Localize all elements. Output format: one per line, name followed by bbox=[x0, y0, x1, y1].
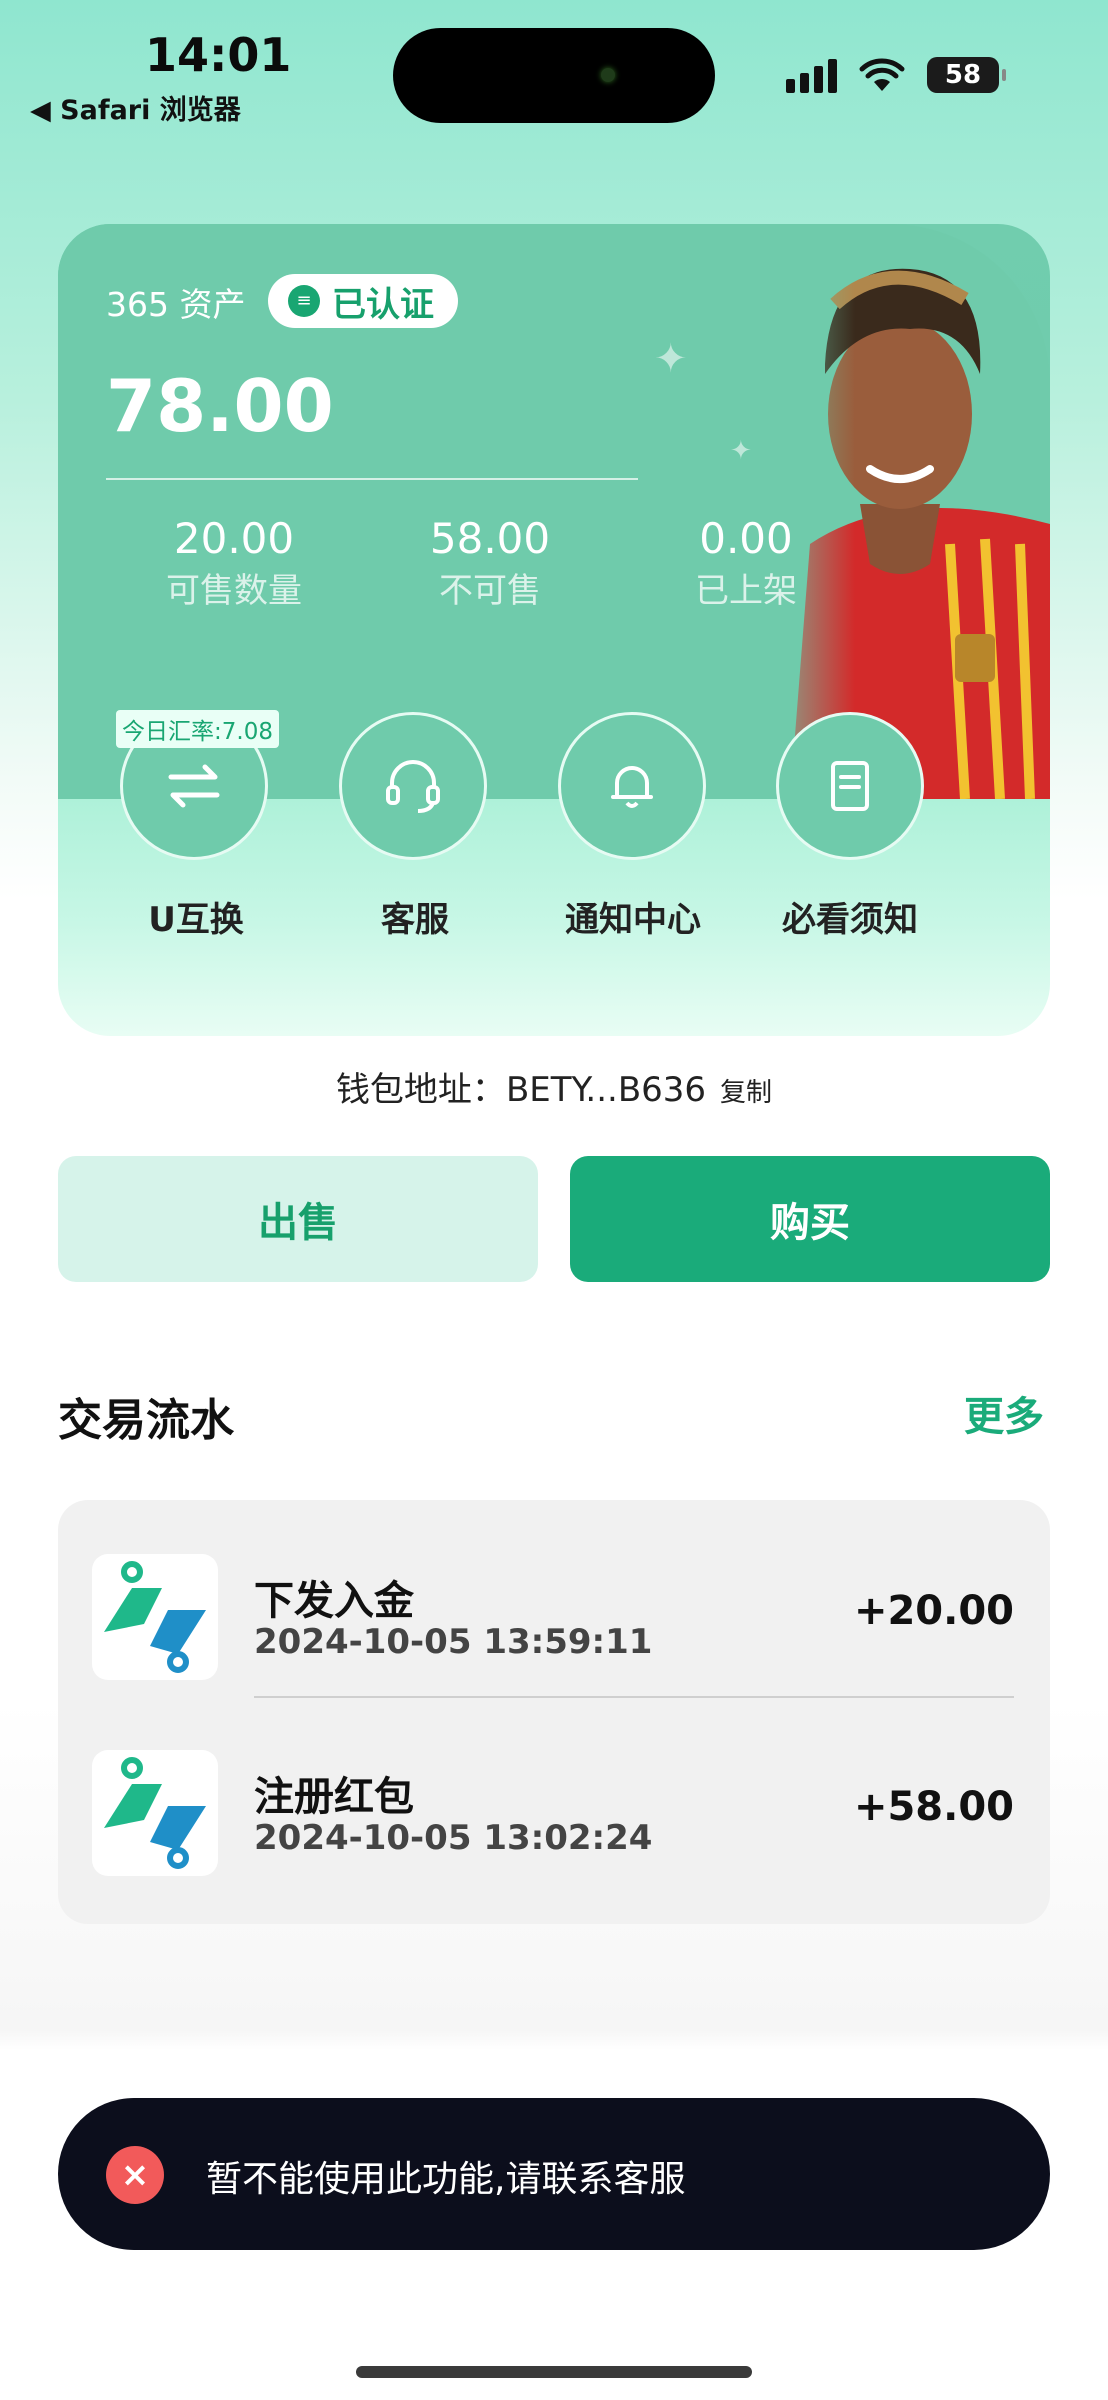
dynamic-island bbox=[393, 28, 715, 123]
id-card-icon: ≡ bbox=[288, 285, 320, 317]
status-time: 14:01 bbox=[145, 28, 292, 82]
transaction-title: 注册红包 bbox=[254, 1774, 414, 1820]
app-logo-icon bbox=[92, 1750, 218, 1876]
bell-icon bbox=[611, 766, 653, 808]
stat-value: 58.00 bbox=[429, 514, 551, 563]
divider bbox=[106, 478, 638, 480]
transaction-time: 2024-10-05 13:02:24 bbox=[254, 1818, 653, 1858]
action-label-exchange[interactable]: U互换 bbox=[96, 892, 296, 941]
close-icon: × bbox=[106, 2146, 164, 2204]
asset-card: ✦ ✦ 365 资产 ≡ 已认证 78.00 20.00 可售数量 58.00 … bbox=[58, 224, 1050, 1036]
stat-value: 0.00 bbox=[699, 514, 793, 563]
error-toast: × 暂不能使用此功能,请联系客服 bbox=[58, 2098, 1050, 2250]
transactions-list: 下发入金 2024-10-05 13:59:11 +20.00 注册红包 202… bbox=[58, 1500, 1050, 1924]
stat-label: 不可售 bbox=[439, 571, 541, 611]
transaction-row[interactable]: 注册红包 2024-10-05 13:02:24 +58.00 bbox=[58, 1696, 1050, 1886]
transaction-time: 2024-10-05 13:59:11 bbox=[254, 1622, 653, 1662]
asset-label: 365 资产 bbox=[106, 285, 246, 324]
stat-unsellable: 58.00 不可售 bbox=[380, 514, 600, 612]
stat-label: 已上架 bbox=[695, 571, 797, 611]
app-logo-icon bbox=[92, 1554, 218, 1680]
buy-button[interactable]: 购买 bbox=[570, 1156, 1050, 1282]
stat-label: 可售数量 bbox=[166, 571, 302, 611]
sparkle-decoration: ✦ bbox=[730, 436, 752, 466]
wallet-address-row: 钱包地址：BETY...B636 复制 bbox=[0, 1062, 1108, 1111]
notification-center-button[interactable] bbox=[558, 712, 706, 860]
exchange-rate-tag: 今日汇率:7.08 bbox=[116, 710, 279, 748]
sparkle-decoration: ✦ bbox=[654, 336, 688, 382]
wifi-icon bbox=[859, 58, 905, 91]
document-icon-circle[interactable] bbox=[776, 712, 924, 860]
battery-icon: 58 bbox=[927, 57, 1006, 93]
status-icons: 58 bbox=[786, 52, 1006, 98]
balance-amount: 78.00 bbox=[106, 364, 334, 448]
headset-icon bbox=[386, 760, 440, 813]
home-indicator[interactable] bbox=[356, 2366, 752, 2378]
toast-message: 暂不能使用此功能,请联系客服 bbox=[206, 2159, 686, 2200]
wallet-address: BETY...B636 bbox=[505, 1070, 707, 1110]
transaction-row[interactable]: 下发入金 2024-10-05 13:59:11 +20.00 bbox=[58, 1500, 1050, 1698]
transactions-title: 交易流水 bbox=[58, 1395, 234, 1446]
bell-icon-circle[interactable] bbox=[558, 712, 706, 860]
wallet-label: 钱包地址： bbox=[335, 1070, 506, 1110]
back-to-safari-link[interactable]: ◀ Safari 浏览器 bbox=[30, 88, 241, 127]
stat-sellable: 20.00 可售数量 bbox=[124, 514, 344, 612]
verified-label: 已认证 bbox=[332, 284, 434, 325]
verified-badge: ≡ 已认证 bbox=[268, 274, 458, 328]
stat-value: 20.00 bbox=[173, 514, 295, 563]
stat-listed: 0.00 已上架 bbox=[636, 514, 856, 612]
document-icon bbox=[831, 761, 869, 811]
transaction-amount: +20.00 bbox=[853, 1588, 1014, 1634]
sell-button[interactable]: 出售 bbox=[58, 1156, 538, 1282]
more-link[interactable]: 更多 bbox=[964, 1384, 1044, 1442]
transaction-amount: +58.00 bbox=[853, 1784, 1014, 1830]
must-read-button[interactable] bbox=[776, 712, 924, 860]
copy-address-button[interactable]: 复制 bbox=[720, 1078, 772, 1108]
action-label-notice[interactable]: 必看须知 bbox=[750, 892, 950, 941]
customer-service-button[interactable] bbox=[339, 712, 487, 860]
headset-icon-circle[interactable] bbox=[339, 712, 487, 860]
cellular-signal-icon bbox=[786, 57, 837, 93]
action-label-notifications[interactable]: 通知中心 bbox=[533, 892, 733, 941]
action-label-service[interactable]: 客服 bbox=[315, 892, 515, 941]
transaction-title: 下发入金 bbox=[254, 1578, 414, 1624]
camera-dot bbox=[601, 68, 615, 82]
swap-icon bbox=[168, 764, 220, 808]
